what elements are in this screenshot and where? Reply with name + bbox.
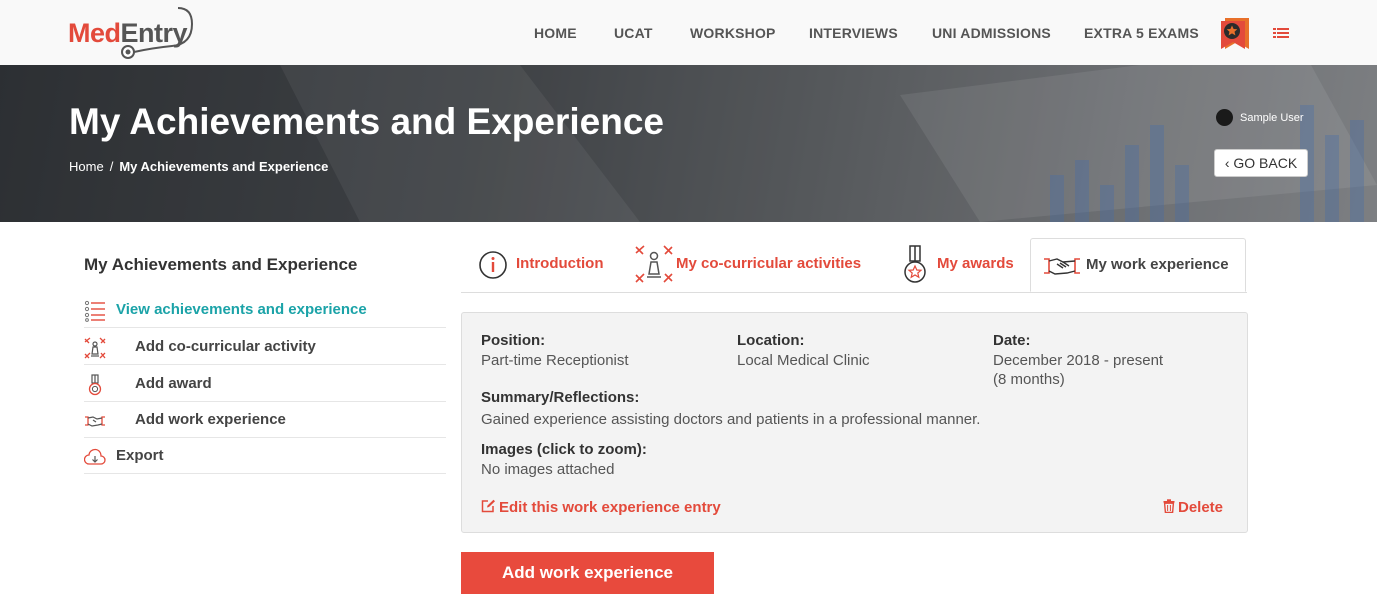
breadcrumb-current: My Achievements and Experience bbox=[119, 159, 329, 174]
tab-label: My awards bbox=[937, 255, 1014, 272]
bookmark-star-icon[interactable] bbox=[1219, 17, 1250, 50]
tabs-divider bbox=[461, 292, 1247, 293]
edit-entry-link[interactable]: Edit this work experience entry bbox=[481, 499, 721, 516]
sidebar-item-add-co-curricular[interactable]: Add co-curricular activity bbox=[84, 329, 446, 365]
tab-co-curricular-activities[interactable]: My co-curricular activities bbox=[630, 240, 880, 292]
avatar bbox=[1216, 109, 1233, 127]
page-title: My Achievements and Experience bbox=[69, 101, 664, 142]
user-name: Sample User bbox=[1240, 111, 1304, 124]
position-label: Position: bbox=[481, 332, 546, 349]
summary-value: Gained experience assisting doctors and … bbox=[481, 411, 981, 428]
tab-label: My work experience bbox=[1086, 256, 1229, 273]
edit-icon bbox=[481, 499, 495, 513]
stethoscope-icon bbox=[121, 7, 194, 59]
delete-entry-link[interactable]: Delete bbox=[1163, 499, 1223, 516]
page-hero-banner: My Achievements and Experience Home / My A… bbox=[0, 65, 1377, 222]
nav-ucat[interactable]: UCAT bbox=[614, 25, 653, 41]
breadcrumb-separator: / bbox=[109, 159, 114, 174]
sidebar-item-label: Add work experience bbox=[135, 411, 286, 428]
location-value: Local Medical Clinic bbox=[737, 352, 870, 369]
nav-uni-admissions[interactable]: UNI ADMISSIONS bbox=[932, 25, 1051, 41]
sidebar-item-label: Add award bbox=[135, 375, 212, 392]
delete-entry-label: Delete bbox=[1178, 499, 1224, 516]
nav-extra-5-exams[interactable]: EXTRA 5 EXAMS bbox=[1084, 25, 1199, 41]
work-experience-entry-card: Position: Part-time Receptionist Locatio… bbox=[461, 312, 1248, 533]
nav-home[interactable]: HOME bbox=[534, 25, 577, 41]
info-icon bbox=[479, 251, 507, 279]
go-back-button[interactable]: ‹ GO BACK bbox=[1214, 149, 1308, 177]
sidebar-item-add-award[interactable]: Add award bbox=[84, 366, 446, 402]
sidebar-item-label: View achievements and experience bbox=[116, 301, 367, 318]
nav-interviews[interactable]: INTERVIEWS bbox=[809, 25, 898, 41]
user-profile[interactable]: Sample User bbox=[1216, 109, 1304, 127]
checklist-icon bbox=[84, 300, 105, 322]
medal-icon bbox=[904, 245, 926, 283]
sidebar-item-add-work-experience[interactable]: Add work experience bbox=[84, 402, 446, 438]
sidebar-item-label: Add co-curricular activity bbox=[135, 338, 316, 355]
date-value: December 2018 - present bbox=[993, 352, 1164, 369]
handshake-icon bbox=[1044, 258, 1080, 275]
medentry-logo[interactable]: MedEntry bbox=[68, 6, 198, 60]
summary-label: Summary/Reflections: bbox=[481, 389, 640, 406]
position-value: Part-time Receptionist bbox=[481, 352, 629, 369]
trash-icon bbox=[1163, 499, 1175, 514]
list-menu-icon[interactable] bbox=[1273, 27, 1289, 39]
sidebar-title: My Achievements and Experience bbox=[84, 255, 358, 274]
sidebar-item-export[interactable]: Export bbox=[84, 438, 446, 474]
edit-entry-label: Edit this work experience entry bbox=[499, 499, 721, 516]
tab-label: My co-curricular activities bbox=[676, 255, 862, 272]
images-value: No images attached bbox=[481, 461, 615, 478]
handshake-icon bbox=[85, 416, 105, 427]
breadcrumb: Home / My Achievements and Experience bbox=[69, 159, 328, 174]
sidebar-item-label: Export bbox=[116, 447, 164, 464]
date-label: Date: bbox=[993, 332, 1031, 349]
tab-label: Introduction bbox=[516, 255, 604, 272]
activities-icon bbox=[84, 337, 106, 359]
date-duration: (8 months) bbox=[993, 371, 1065, 388]
activities-icon bbox=[635, 245, 673, 283]
nav-workshop[interactable]: WORKSHOP bbox=[690, 25, 776, 41]
medal-icon bbox=[88, 374, 102, 396]
tab-my-awards[interactable]: My awards bbox=[898, 240, 1023, 292]
tab-introduction[interactable]: Introduction bbox=[470, 240, 620, 292]
location-label: Location: bbox=[737, 332, 805, 349]
add-work-experience-button[interactable]: Add work experience bbox=[461, 552, 714, 594]
tab-my-work-experience[interactable]: My work experience bbox=[1030, 238, 1246, 292]
cloud-export-icon bbox=[84, 448, 106, 465]
images-label: Images (click to zoom): bbox=[481, 441, 647, 458]
hero-background-image bbox=[0, 65, 1377, 222]
breadcrumb-home-link[interactable]: Home bbox=[69, 159, 104, 174]
sidebar-item-view-achievements[interactable]: View achievements and experience bbox=[84, 292, 446, 328]
top-navbar: MedEntry HOME UCAT WORKSHOP INTERVIEWS U… bbox=[0, 0, 1377, 65]
